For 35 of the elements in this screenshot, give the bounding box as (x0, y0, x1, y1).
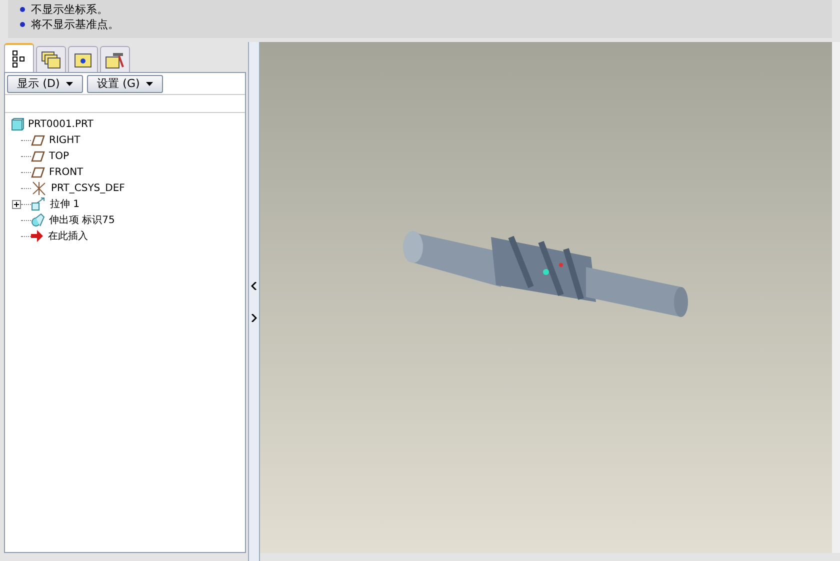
tree-item[interactable]: PRT_CSYS_DEF (51, 180, 125, 196)
tree-item[interactable]: 在此插入 (48, 228, 88, 244)
collapse-handle-icon[interactable] (251, 282, 257, 290)
tree-item[interactable]: PRT0001.PRT (28, 116, 94, 132)
tree-item[interactable]: TOP (49, 148, 70, 164)
cylinder-icon (31, 213, 45, 227)
expand-handle-icon[interactable] (251, 314, 257, 322)
folders-icon (41, 50, 61, 68)
plane-icon (31, 150, 45, 162)
message-text: 将不显示基准点。 (31, 18, 119, 31)
dropdown-button[interactable]: 设置 (G) (87, 75, 163, 93)
hammer-folder-icon (105, 50, 125, 68)
extrude-icon (31, 197, 46, 211)
panel-tab[interactable] (68, 46, 98, 72)
tree-item[interactable]: RIGHT (49, 132, 80, 148)
tree-icon (12, 50, 26, 68)
tree-item[interactable]: 拉伸 1 (50, 196, 80, 212)
bullet-icon (20, 7, 25, 12)
folder-icon (74, 52, 92, 68)
dropdown-button[interactable]: 显示 (D) (7, 75, 83, 93)
panel-tab[interactable] (100, 46, 130, 72)
caret-icon (146, 82, 153, 86)
tree-item[interactable]: 伸出项 标识75 (49, 212, 115, 228)
panel-tab[interactable] (4, 43, 34, 72)
cube-icon (11, 118, 24, 130)
plus-icon[interactable] (12, 200, 21, 208)
axes-icon (31, 180, 47, 196)
plane-icon (31, 166, 45, 178)
plane-icon (31, 134, 45, 146)
message-text: 不显示坐标系。 (31, 3, 108, 16)
arrow-icon (31, 230, 44, 242)
panel-tab[interactable] (36, 46, 66, 72)
bullet-icon (20, 22, 25, 27)
tree-item[interactable]: FRONT (49, 164, 84, 180)
caret-icon (66, 82, 73, 86)
